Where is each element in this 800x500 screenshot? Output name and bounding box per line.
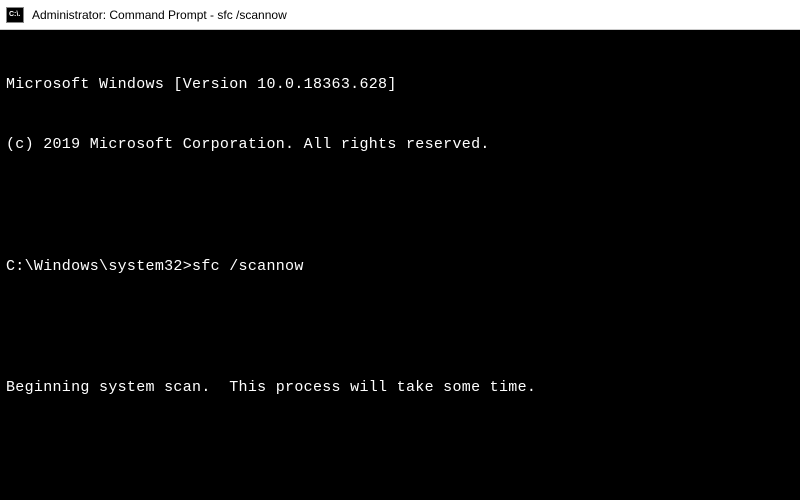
- terminal-area[interactable]: Microsoft Windows [Version 10.0.18363.62…: [0, 30, 800, 500]
- typed-command: sfc /scannow: [192, 257, 304, 277]
- status-line: Beginning system scan. This process will…: [6, 378, 794, 398]
- titlebar[interactable]: C:\. Administrator: Command Prompt - sfc…: [0, 0, 800, 30]
- command-prompt-icon-text: C:\.: [9, 11, 20, 18]
- blank-line: [6, 318, 794, 338]
- prompt-line: C:\Windows\system32>sfc /scannow: [6, 257, 794, 277]
- blank-line: [6, 196, 794, 216]
- command-prompt-icon: C:\.: [6, 7, 24, 23]
- copyright-line: (c) 2019 Microsoft Corporation. All righ…: [6, 135, 794, 155]
- prompt-path: C:\Windows\system32>: [6, 257, 192, 277]
- version-line: Microsoft Windows [Version 10.0.18363.62…: [6, 75, 794, 95]
- window-title: Administrator: Command Prompt - sfc /sca…: [32, 8, 287, 22]
- command-prompt-window: C:\. Administrator: Command Prompt - sfc…: [0, 0, 800, 500]
